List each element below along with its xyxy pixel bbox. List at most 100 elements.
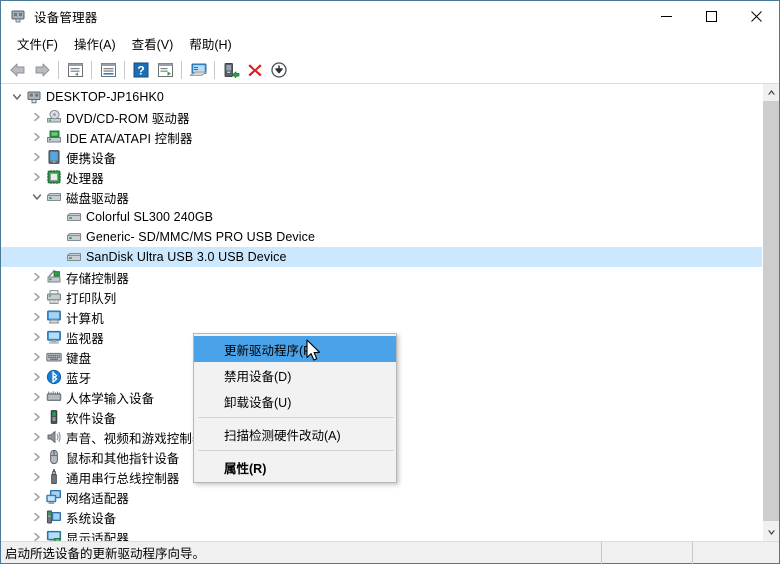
ide-controller-icon: [46, 129, 62, 145]
tree-node-label: DESKTOP-JP16HK0: [46, 90, 164, 104]
tree-node-label: 鼠标和其他指针设备: [66, 451, 180, 466]
toolbar-help[interactable]: ?: [129, 58, 153, 82]
ctx-update-driver[interactable]: 更新驱动程序(P): [194, 336, 396, 362]
tree-node[interactable]: 存储控制器: [1, 267, 762, 287]
status-message-pane: 启动所选设备的更新驱动程序向导。: [1, 543, 601, 562]
svg-text:?: ?: [137, 63, 144, 77]
tree-node-label: 存储控制器: [66, 271, 130, 286]
context-menu[interactable]: 更新驱动程序(P) 禁用设备(D) 卸载设备(U) 扫描检测硬件改动(A) 属性…: [193, 333, 397, 483]
context-menu-separator-2: [198, 450, 394, 451]
toolbar-disable-device[interactable]: [267, 58, 291, 82]
keyboard-icon: [46, 349, 62, 365]
scroll-thumb[interactable]: [763, 101, 779, 521]
tree-node-label: SanDisk Ultra USB 3.0 USB Device: [86, 250, 287, 264]
portable-device-icon: [46, 149, 62, 165]
scroll-down-arrow-icon[interactable]: [763, 524, 779, 541]
chevron-right-icon[interactable]: [29, 289, 45, 305]
scan-hardware-changes-icon: [189, 63, 207, 76]
tree-node[interactable]: DESKTOP-JP16HK0: [1, 87, 762, 107]
tree-node[interactable]: Colorful SL300 240GB: [1, 207, 762, 227]
tree-node-label: 磁盘驱动器: [66, 191, 130, 206]
toolbar-separator-2: [91, 60, 92, 79]
sound-controller-icon: [46, 429, 62, 445]
system-device-icon: [46, 509, 62, 525]
menu-action[interactable]: 操作(A): [66, 31, 124, 57]
chevron-right-icon[interactable]: [29, 109, 45, 125]
status-bar: 启动所选设备的更新驱动程序向导。: [1, 541, 779, 564]
tree-node[interactable]: 网络适配器: [1, 487, 762, 507]
tree-node[interactable]: 磁盘驱动器: [1, 187, 762, 207]
ctx-scan-hardware[interactable]: 扫描检测硬件改动(A): [194, 421, 396, 447]
disk-drive-icon: [66, 249, 82, 265]
tree-node[interactable]: 显示适配器: [1, 527, 762, 541]
tree-node-label: Colorful SL300 240GB: [86, 210, 214, 224]
maximize-button[interactable]: [689, 1, 734, 31]
tree-node[interactable]: DVD/CD-ROM 驱动器: [1, 107, 762, 127]
chevron-right-icon[interactable]: [29, 509, 45, 525]
ctx-uninstall-device[interactable]: 卸载设备(U): [194, 388, 396, 414]
toolbar-scan-hardware[interactable]: [186, 58, 210, 82]
tree-node[interactable]: 打印队列: [1, 287, 762, 307]
scrollbar-track[interactable]: [763, 101, 779, 524]
chevron-right-icon[interactable]: [29, 389, 45, 405]
tree-node-label: 键盘: [66, 351, 92, 366]
minimize-button[interactable]: [644, 1, 689, 31]
chevron-right-icon[interactable]: [29, 369, 45, 385]
tree-node[interactable]: SanDisk Ultra USB 3.0 USB Device: [1, 247, 762, 267]
chevron-right-icon[interactable]: [29, 129, 45, 145]
chevron-right-icon[interactable]: [29, 309, 45, 325]
chevron-down-icon[interactable]: [29, 189, 45, 205]
chevron-right-icon[interactable]: [29, 269, 45, 285]
tree-node-label: 蓝牙: [66, 371, 92, 386]
toolbar-show-hidden[interactable]: [63, 58, 87, 82]
tree-node-label: 计算机: [66, 311, 104, 326]
chevron-right-icon[interactable]: [29, 529, 45, 541]
tree-pane: DESKTOP-JP16HK0 DVD/CD-ROM 驱动器 IDE ATA/ATA…: [1, 84, 779, 541]
software-device-icon: [46, 409, 62, 425]
close-button[interactable]: [734, 1, 779, 31]
help-icon: ?: [133, 62, 149, 77]
toolbar-properties[interactable]: [96, 58, 120, 82]
toolbar-separator-4: [181, 60, 182, 79]
ctx-properties[interactable]: 属性(R): [194, 454, 396, 480]
chevron-right-icon[interactable]: [29, 449, 45, 465]
toolbar-enable-device[interactable]: [219, 58, 243, 82]
toolbar-uninstall-device[interactable]: [243, 58, 267, 82]
status-divider-1: [601, 541, 602, 564]
ctx-disable-device[interactable]: 禁用设备(D): [194, 362, 396, 388]
scroll-up-arrow-icon[interactable]: [763, 84, 779, 101]
toolbar-update-driver[interactable]: [153, 58, 177, 82]
tree-node[interactable]: 计算机: [1, 307, 762, 327]
chevron-right-icon[interactable]: [29, 469, 45, 485]
display-adapter-icon: [46, 529, 62, 541]
print-queue-icon: [46, 289, 62, 305]
show-hidden-devices-icon: [67, 62, 83, 77]
tree-node[interactable]: Generic- SD/MMC/MS PRO USB Device: [1, 227, 762, 247]
chevron-right-icon[interactable]: [29, 149, 45, 165]
tree-node[interactable]: IDE ATA/ATAPI 控制器: [1, 127, 762, 147]
mouse-device-icon: [46, 449, 62, 465]
chevron-right-icon[interactable]: [29, 489, 45, 505]
chevron-right-icon[interactable]: [29, 429, 45, 445]
vertical-scrollbar[interactable]: [762, 84, 779, 541]
toolbar-forward[interactable]: [30, 58, 54, 82]
chevron-right-icon[interactable]: [29, 409, 45, 425]
menu-file[interactable]: 文件(F): [9, 31, 66, 57]
chevron-right-icon[interactable]: [29, 349, 45, 365]
toolbar-back[interactable]: [6, 58, 30, 82]
menu-help[interactable]: 帮助(H): [181, 31, 239, 57]
tree-node[interactable]: 处理器: [1, 167, 762, 187]
chevron-right-icon[interactable]: [29, 329, 45, 345]
disk-drive-icon: [46, 189, 62, 205]
tree-node-label: 软件设备: [66, 411, 117, 426]
tree-node-label: 人体学输入设备: [66, 391, 155, 406]
tree-node[interactable]: 便携设备: [1, 147, 762, 167]
status-message: 启动所选设备的更新驱动程序向导。: [5, 547, 206, 561]
tree-node[interactable]: 系统设备: [1, 507, 762, 527]
chevron-right-icon[interactable]: [29, 169, 45, 185]
tree-node-label: 网络适配器: [66, 491, 130, 506]
chevron-down-icon[interactable]: [9, 89, 25, 105]
menu-view[interactable]: 查看(V): [124, 31, 182, 57]
